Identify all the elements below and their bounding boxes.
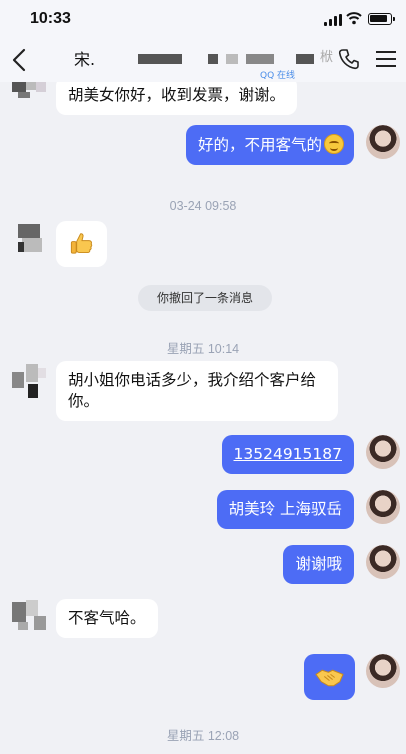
message-bubble[interactable]: 胡美女你好，收到发票，谢谢。: [56, 82, 298, 115]
message-bubble[interactable]: [304, 654, 355, 700]
redacted-name: [246, 54, 274, 64]
self-avatar[interactable]: [366, 654, 400, 688]
wifi-icon: [346, 12, 362, 25]
message-text: 胡美玲 上海驭岳: [228, 500, 342, 518]
smile-emoji-icon: [324, 134, 344, 154]
contact-name: 宋.: [74, 50, 96, 69]
contact-title[interactable]: 宋. 栿 QQ 在线: [60, 42, 334, 81]
battery-icon: [368, 13, 395, 25]
message-bubble[interactable]: 谢谢哦: [283, 545, 354, 584]
status-time: 10:33: [30, 10, 71, 27]
self-avatar[interactable]: [366, 490, 400, 524]
message-bubble[interactable]: 胡小姐你电话多少，我介绍个客户给你。: [56, 361, 338, 421]
message-timestamp: 星期五 12:08: [166, 729, 240, 743]
contact-avatar[interactable]: [12, 364, 46, 398]
contact-avatar[interactable]: [12, 600, 46, 634]
signal-icon: [324, 14, 342, 26]
contact-name-tail: 栿: [320, 50, 334, 65]
contact-avatar[interactable]: [12, 82, 46, 106]
redacted-name: [208, 54, 218, 64]
message-timestamp: 03-24 09:58: [169, 199, 237, 213]
message-bubble[interactable]: 胡美玲 上海驭岳: [216, 490, 354, 529]
redacted-name: [296, 54, 314, 64]
self-avatar[interactable]: [366, 545, 400, 579]
self-avatar[interactable]: [366, 125, 400, 159]
message-text: 胡小姐你电话多少，我介绍个客户给你。: [68, 371, 317, 410]
contact-avatar[interactable]: [18, 224, 52, 258]
message-text: 不客气哈。: [68, 609, 146, 627]
thumbs-up-emoji-icon: [70, 233, 93, 254]
message-bubble[interactable]: 13524915187: [221, 435, 354, 474]
message-timestamp: 星期五 10:14: [166, 342, 240, 356]
back-icon[interactable]: [8, 46, 32, 74]
phone-call-icon[interactable]: [338, 48, 360, 70]
message-text: 胡美女你好，收到发票，谢谢。: [68, 86, 286, 104]
system-notice: 你撤回了一条消息: [138, 285, 272, 311]
redacted-name: [226, 54, 238, 64]
message-text: 谢谢哦: [295, 555, 342, 573]
redacted-name: [138, 54, 182, 64]
menu-icon[interactable]: [376, 50, 396, 68]
status-bar: 10:33: [0, 0, 406, 38]
message-bubble[interactable]: 好的，不用客气的: [185, 125, 354, 165]
handshake-emoji-icon: [315, 669, 344, 687]
online-status: QQ 在线: [260, 71, 296, 81]
message-bubble[interactable]: [56, 221, 107, 267]
message-text: 好的，不用客气的: [197, 136, 322, 154]
chat-header: 宋. 栿 QQ 在线: [0, 38, 406, 82]
self-avatar[interactable]: [366, 435, 400, 469]
message-list[interactable]: 胡美女你好，收到发票，谢谢。 好的，不用客气的 03-24 09:58 你撤回了…: [0, 82, 406, 754]
message-bubble[interactable]: 不客气哈。: [56, 599, 158, 638]
phone-number-link[interactable]: 13524915187: [234, 445, 342, 463]
